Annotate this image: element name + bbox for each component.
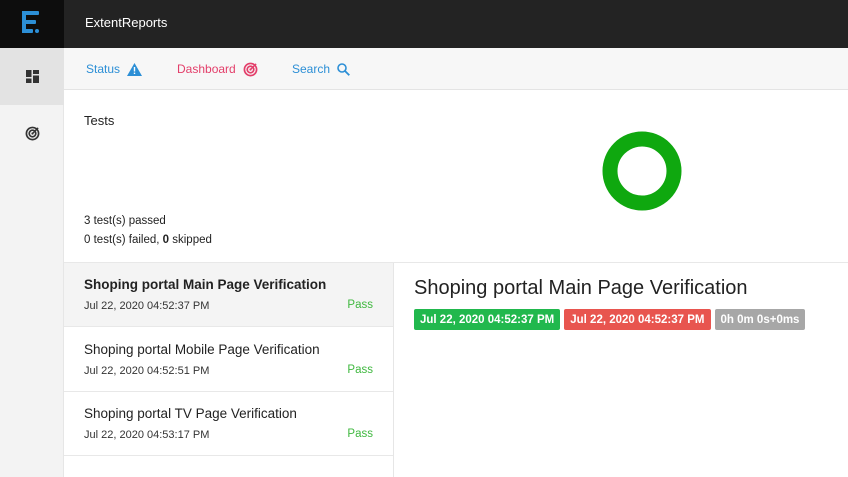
search-icon <box>337 62 350 76</box>
failed-count: 0 <box>84 234 91 246</box>
extent-logo-icon <box>22 11 39 33</box>
tab-dashboard[interactable]: Dashboard <box>177 48 258 90</box>
test-list: Shoping portal Main Page Verification Ju… <box>64 263 394 477</box>
passed-count-text: 3 test(s) passed <box>84 215 166 227</box>
end-time-badge: Jul 22, 2020 04:52:37 PM <box>564 309 711 330</box>
detail-badges: Jul 22, 2020 04:52:37 PM Jul 22, 2020 04… <box>414 309 806 330</box>
test-list-item[interactable]: Shoping portal Main Page Verification Ju… <box>64 263 393 327</box>
failed-label: test(s) failed, <box>93 234 160 246</box>
test-name: Shoping portal TV Page Verification <box>84 406 297 421</box>
tab-bar: Status Dashboard Search <box>64 48 848 90</box>
test-detail: Shoping portal Main Page Verification Ju… <box>394 263 848 477</box>
test-time: Jul 22, 2020 04:52:51 PM <box>84 365 210 377</box>
tab-status-label: Status <box>86 62 121 76</box>
app-title: ExtentReports <box>85 15 168 30</box>
warning-triangle-icon <box>127 62 143 76</box>
test-time: Jul 22, 2020 04:53:17 PM <box>84 429 210 441</box>
test-status: Pass <box>347 428 373 440</box>
test-name: Shoping portal Main Page Verification <box>84 277 327 292</box>
donut-pass-arc <box>602 131 682 211</box>
target-icon <box>25 126 39 141</box>
logo[interactable] <box>0 0 64 48</box>
test-status: Pass <box>347 364 373 376</box>
skipped-label: skipped <box>172 234 212 246</box>
test-name: Shoping portal Mobile Page Verification <box>84 342 320 357</box>
summary-title: Tests <box>84 113 115 128</box>
skipped-count: 0 <box>162 234 170 246</box>
start-time-badge: Jul 22, 2020 04:52:37 PM <box>414 309 561 330</box>
test-status: Pass <box>347 299 373 311</box>
test-list-item[interactable]: Shoping portal TV Page Verification Jul … <box>64 392 393 456</box>
tests-summary: Tests 3 test(s) passed 0 test(s) failed,… <box>64 90 848 263</box>
top-header: ExtentReports <box>0 0 848 48</box>
test-list-item[interactable]: Shoping portal Mobile Page Verification … <box>64 328 393 392</box>
target-icon <box>243 62 258 76</box>
detail-title: Shoping portal Main Page Verification <box>414 277 748 299</box>
dashboard-grid-icon <box>25 70 39 83</box>
pass-donut-chart <box>602 131 682 211</box>
failed-skipped-text: 0 test(s) failed, 0 skipped <box>84 234 212 246</box>
test-time: Jul 22, 2020 04:52:37 PM <box>84 300 210 312</box>
tab-dashboard-label: Dashboard <box>177 62 236 76</box>
sidebar <box>0 48 64 477</box>
tab-status[interactable]: Status <box>86 48 143 90</box>
duration-badge: 0h 0m 0s+0ms <box>714 309 806 330</box>
tab-search[interactable]: Search <box>292 48 350 90</box>
sidebar-item-dashboard[interactable] <box>0 105 64 162</box>
sidebar-item-tests[interactable] <box>0 48 64 105</box>
tab-search-label: Search <box>292 62 331 76</box>
